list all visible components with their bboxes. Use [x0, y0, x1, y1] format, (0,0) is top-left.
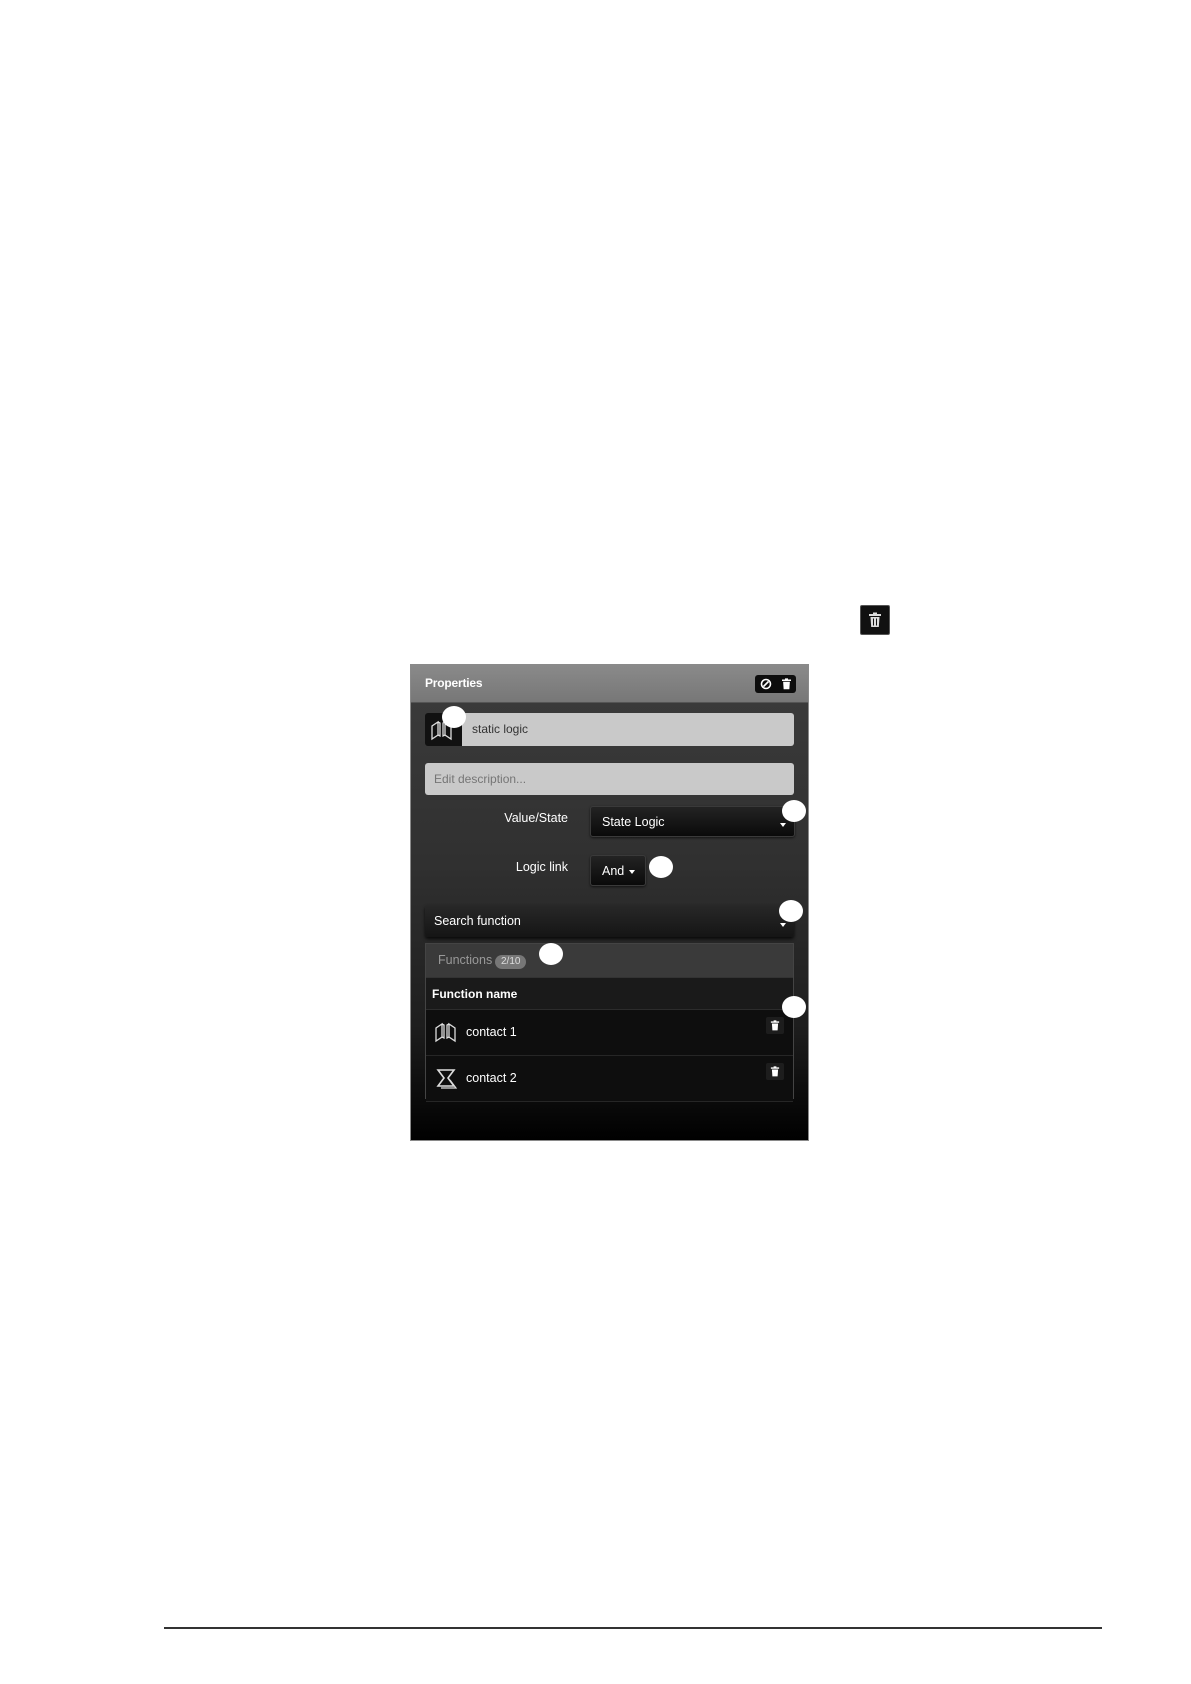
- contact-logic-icon: [435, 1022, 456, 1043]
- functions-header: Functions 2/10: [426, 944, 793, 978]
- functions-list: Functions 2/10 Function name contact 1 c…: [425, 943, 794, 1102]
- panel-title: Properties: [425, 676, 483, 690]
- chevron-down-icon: [780, 923, 786, 927]
- callout-marker: [442, 706, 466, 728]
- table-row[interactable]: contact 1: [426, 1010, 793, 1056]
- header-button-group: [755, 675, 796, 693]
- logic-link-label: Logic link: [515, 860, 568, 874]
- callout-marker: [539, 943, 563, 965]
- footer-divider: [164, 1627, 1102, 1629]
- value-state-selected: State Logic: [602, 815, 665, 829]
- value-state-label: Value/State: [504, 811, 568, 825]
- function-name-input[interactable]: [462, 713, 794, 746]
- search-function-label: Search function: [434, 914, 521, 928]
- value-state-select[interactable]: State Logic: [590, 806, 795, 837]
- delete-row-button[interactable]: [766, 1017, 784, 1034]
- function-row-name: contact 2: [466, 1071, 517, 1085]
- trash-icon: [869, 612, 881, 627]
- callout-marker: [782, 996, 806, 1018]
- clear-circle-icon[interactable]: [760, 678, 772, 690]
- function-row-name: contact 1: [466, 1025, 517, 1039]
- callout-marker: [782, 800, 806, 822]
- table-row[interactable]: contact 2: [426, 1056, 793, 1102]
- search-function-select[interactable]: Search function: [425, 905, 794, 937]
- delete-row-button[interactable]: [766, 1063, 784, 1080]
- trash-button-sample: [860, 605, 890, 635]
- callout-marker: [649, 856, 673, 878]
- chevron-down-icon: [629, 870, 635, 874]
- trash-icon: [770, 1066, 780, 1077]
- trash-icon[interactable]: [781, 678, 792, 690]
- column-header-function-name[interactable]: Function name: [426, 978, 793, 1010]
- trash-icon: [770, 1020, 780, 1031]
- callout-marker: [779, 900, 803, 922]
- logic-link-selected: And: [602, 864, 625, 878]
- properties-panel: Properties Value/State State: [410, 664, 809, 1141]
- panel-header: Properties: [411, 665, 808, 703]
- logic-link-select[interactable]: And: [590, 855, 646, 886]
- functions-count-badge: 2/10: [495, 955, 527, 969]
- step-chevron-icon: [436, 1069, 458, 1089]
- functions-label: Functions: [438, 953, 493, 967]
- name-field-row: [425, 713, 794, 746]
- chevron-down-icon: [780, 823, 786, 827]
- column-header-label: Function name: [432, 987, 518, 1001]
- description-input[interactable]: [425, 763, 794, 795]
